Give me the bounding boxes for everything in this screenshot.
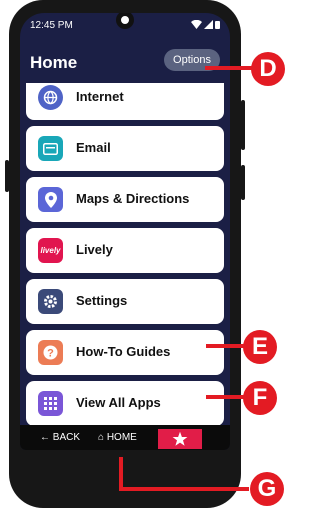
bottom-nav-bar: ← BACK ⌂ HOME [20,425,230,450]
app-label: How-To Guides [76,344,171,359]
app-item-how-to-guides[interactable]: ? How-To Guides [26,330,224,375]
back-button[interactable]: ← BACK [40,432,80,443]
globe-icon [38,85,63,110]
star-icon [172,431,188,446]
grid-icon [38,391,63,416]
svg-text:?: ? [47,348,54,360]
callout-line-e [206,344,246,348]
battery-icon [215,21,220,29]
app-item-maps[interactable]: Maps & Directions [26,177,224,222]
email-icon [38,136,63,161]
status-time: 12:45 PM [30,20,73,31]
app-item-email[interactable]: Email [26,126,224,171]
app-label: Lively [76,242,113,257]
app-list[interactable]: Internet Email Maps & Directions lively … [20,83,230,425]
phone-screen: 12:45 PM Home Options Internet Email Map… [20,13,230,450]
home-icon: ⌂ [98,432,105,443]
callout-line-f [206,395,246,399]
phone-side-button-right [241,100,245,150]
map-pin-icon [38,187,63,212]
app-label: View All Apps [76,395,161,410]
wifi-icon [191,20,202,29]
status-icons [191,20,220,29]
page-title: Home [30,53,78,72]
callout-line-g-horizontal [119,487,249,491]
home-label: HOME [106,432,137,443]
callout-e: E [243,330,277,364]
app-item-internet[interactable]: Internet [26,83,224,120]
back-label: BACK [52,432,81,443]
callout-line-g-vertical [119,457,123,491]
app-item-settings[interactable]: Settings [26,279,224,324]
lively-logo: lively [38,238,63,263]
app-label: Maps & Directions [76,191,190,206]
app-item-lively[interactable]: lively Lively [26,228,224,273]
callout-line-d [205,66,255,70]
urgent-response-button[interactable] [158,429,202,449]
app-item-view-all-apps[interactable]: View All Apps [26,381,224,425]
gear-icon [38,289,63,314]
home-button[interactable]: ⌂ HOME [98,432,137,443]
callout-g: G [250,472,284,506]
app-label: Email [76,140,111,155]
app-label: Internet [76,89,124,104]
question-icon: ? [38,340,63,365]
phone-side-button-left [5,160,9,192]
callout-d: D [251,52,285,86]
callout-f: F [243,381,277,415]
signal-icon [204,20,213,29]
status-bar: 12:45 PM [20,13,230,33]
app-label: Settings [76,293,128,308]
app-header: Home Options [20,43,230,83]
arrow-left-icon: ← [40,432,50,443]
phone-side-button-right-2 [241,165,245,200]
front-camera [116,13,134,29]
